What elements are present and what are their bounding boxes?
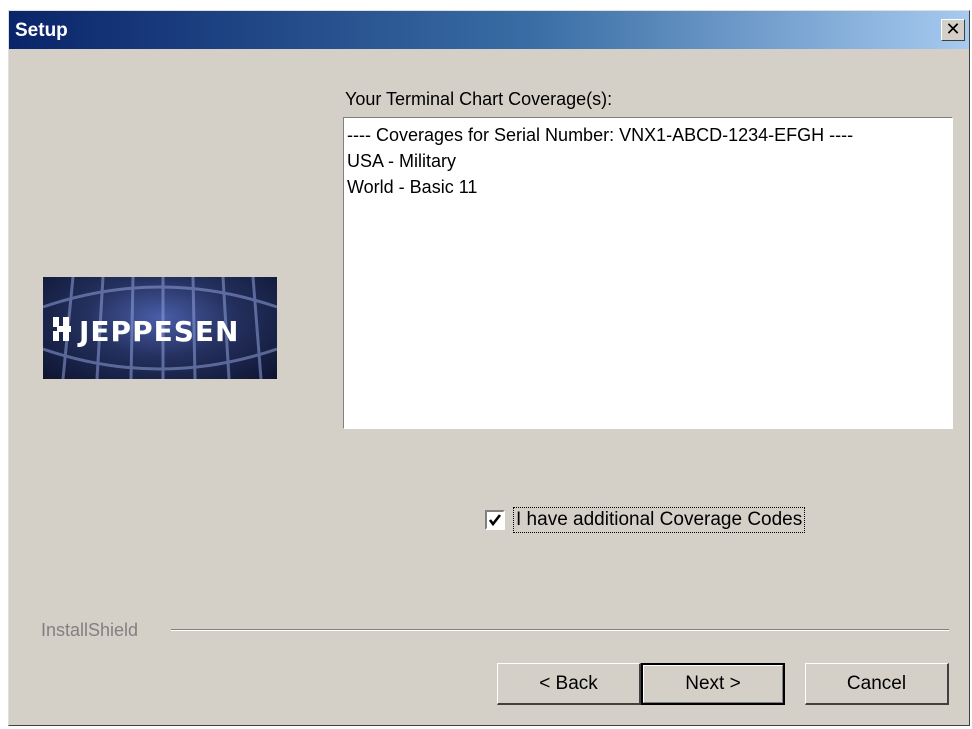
installshield-label: InstallShield <box>41 620 139 640</box>
logo-wordmark: JEPPESEN <box>79 315 240 348</box>
checkmark-icon <box>488 514 502 527</box>
close-button[interactable]: ✕ <box>941 19 965 41</box>
jeppesen-mark-icon <box>53 317 71 341</box>
back-button-label: < Back <box>539 672 598 694</box>
additional-codes-label[interactable]: I have additional Coverage Codes <box>513 507 806 533</box>
jeppesen-logo: JEPPESEN <box>43 277 277 379</box>
coverage-item: World - Basic 11 <box>347 177 478 197</box>
additional-codes-row[interactable]: I have additional Coverage Codes <box>485 507 806 533</box>
window-title: Setup <box>15 20 68 41</box>
next-button[interactable]: Next > <box>641 663 785 705</box>
back-button[interactable]: < Back <box>497 663 641 705</box>
next-button-label: Next > <box>685 673 741 694</box>
coverage-list[interactable]: ---- Coverages for Serial Number: VNX1-A… <box>343 117 953 429</box>
close-icon: ✕ <box>945 19 961 39</box>
coverage-label: Your Terminal Chart Coverage(s): <box>345 89 613 109</box>
coverage-serial-line: ---- Coverages for Serial Number: VNX1-A… <box>347 125 854 145</box>
cancel-button-label: Cancel <box>846 672 907 694</box>
cancel-button[interactable]: Cancel <box>805 663 949 705</box>
additional-codes-checkbox[interactable] <box>485 510 505 530</box>
setup-dialog: Setup ✕ JEPPESEN Your Terminal Chart Cov… <box>8 10 970 726</box>
coverage-item: USA - Military <box>347 151 457 171</box>
footer-divider <box>171 629 949 631</box>
title-bar[interactable]: Setup ✕ <box>9 11 969 49</box>
